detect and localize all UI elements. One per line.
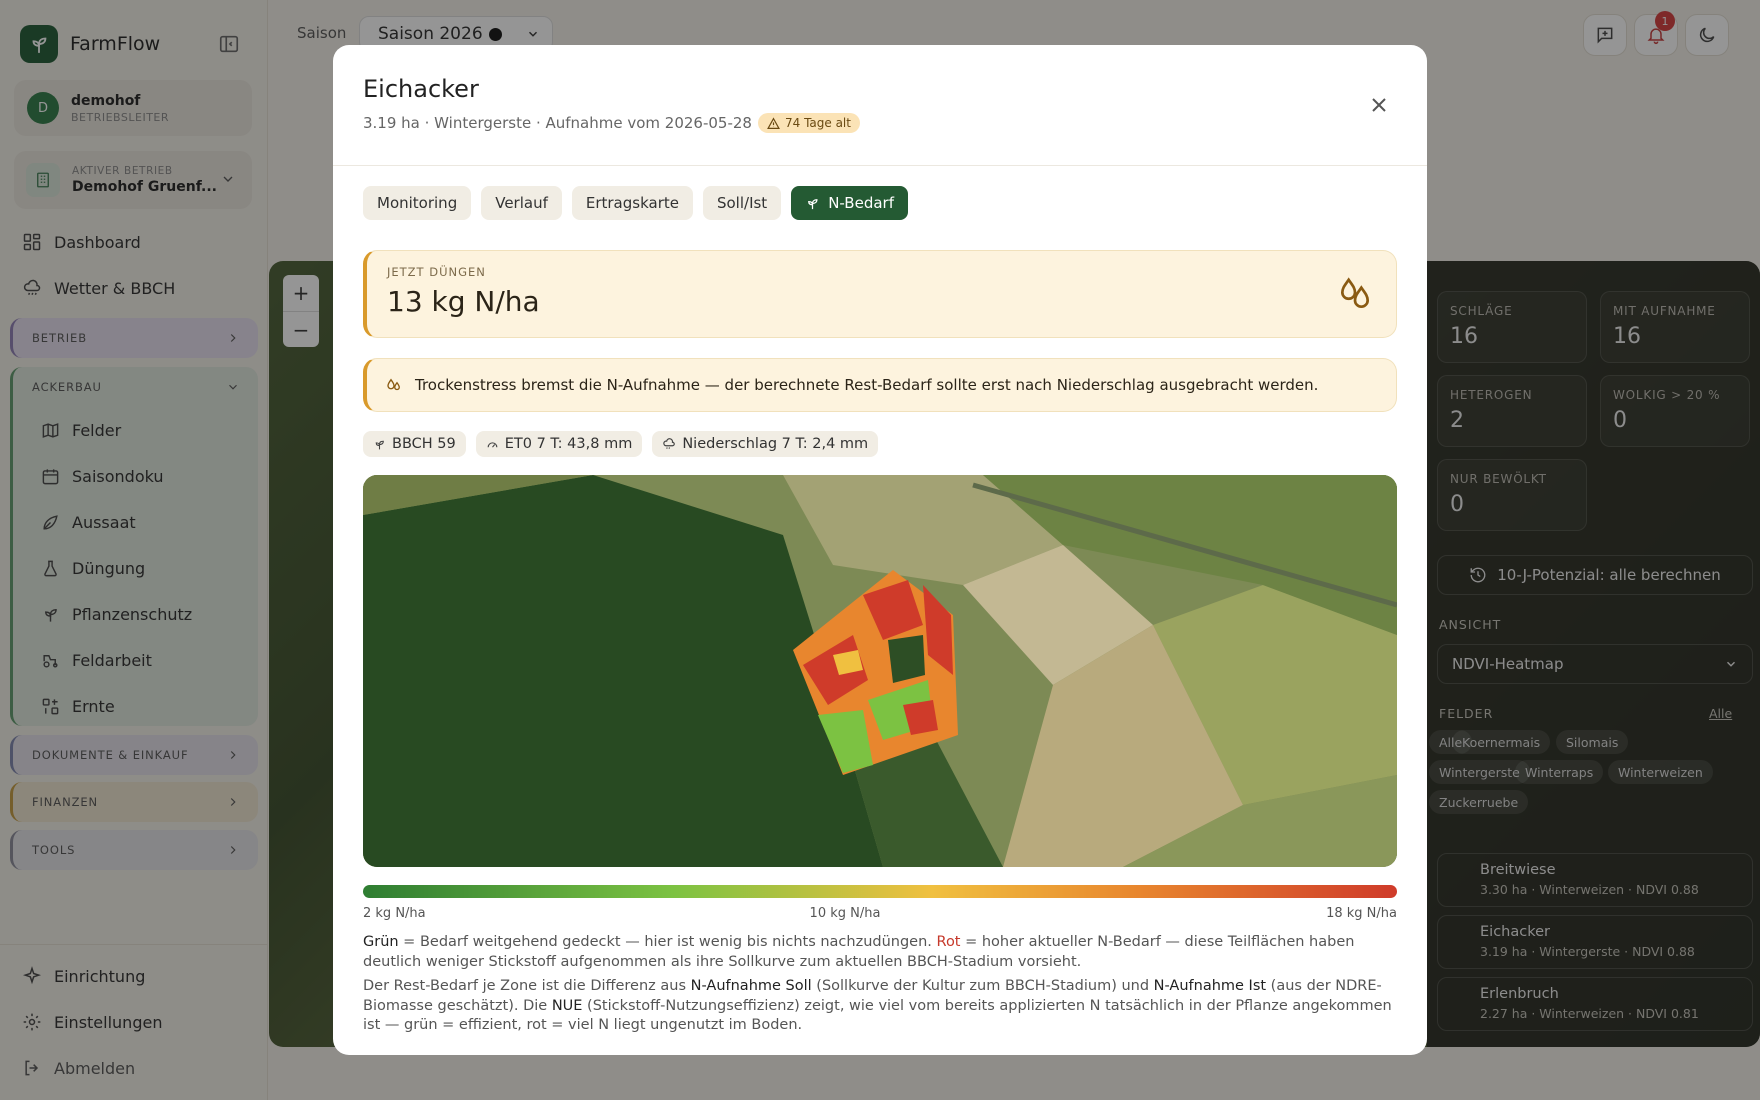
modal-subtitle: 3.19 ha · Wintergerste · Aufnahme vom 20… (363, 113, 860, 133)
legend-term-ist: N-Aufnahme Ist (1153, 978, 1267, 994)
fertilize-now-card: JETZT DÜNGEN 13 kg N/ha (363, 250, 1397, 338)
modal-tabs: Monitoring Verlauf Ertragskarte Soll/Ist… (363, 186, 908, 220)
sprout-icon (808, 198, 818, 209)
image-age-text: 74 Tage alt (784, 116, 851, 130)
tab-ertragskarte[interactable]: Ertragskarte (571, 186, 693, 220)
field-detail-modal: Eichacker 3.19 ha · Wintergerste · Aufna… (333, 45, 1427, 1055)
drought-alert: Trockenstress bremst die N-Aufnahme — de… (363, 358, 1397, 412)
legend-text: Der Rest-Bedarf je Zone ist die Differen… (363, 978, 691, 994)
close-icon[interactable] (1367, 93, 1391, 117)
legend-term-soll: N-Aufnahme Soll (690, 978, 812, 994)
scale-max-label: 18 kg N/ha (1326, 906, 1397, 921)
droplets-icon (1340, 277, 1370, 308)
tab-monitoring[interactable]: Monitoring (363, 186, 472, 220)
bbch-chip-label: BBCH 59 (392, 436, 456, 452)
legend-colors: Grün = Bedarf weitgehend gedeckt — hier … (363, 933, 1397, 972)
tab-verlauf[interactable]: Verlauf (481, 186, 562, 220)
scale-min-label: 2 kg N/ha (363, 906, 426, 921)
drought-alert-text: Trockenstress bremst die N-Aufnahme — de… (415, 376, 1319, 394)
tab-n-bedarf-label: N-Bedarf (828, 194, 894, 212)
n-demand-scale-bar (363, 885, 1397, 898)
fertilize-now-value: 13 kg N/ha (387, 285, 540, 318)
legend-red-word: Rot (936, 934, 961, 950)
condition-chips: BBCH 59 ET0 7 T: 43,8 mm Niederschlag 7 … (363, 431, 879, 457)
modal-header: Eichacker 3.19 ha · Wintergerste · Aufna… (333, 45, 1427, 166)
scale-mid-label: 10 kg N/ha (809, 906, 881, 921)
cloud-rain-icon (663, 438, 676, 449)
fertilize-now-label: JETZT DÜNGEN (387, 265, 486, 279)
legend-explanation: Der Rest-Bedarf je Zone ist die Differen… (363, 977, 1397, 1036)
droplets-icon (387, 378, 400, 391)
modal-subtitle-text: 3.19 ha · Wintergerste · Aufnahme vom 20… (363, 114, 752, 132)
eto-chip-label: ET0 7 T: 43,8 mm (504, 436, 633, 452)
satellite-map-image (363, 475, 1397, 867)
legend-green-word: Grün (363, 934, 399, 950)
n-demand-map[interactable] (363, 475, 1397, 867)
gauge-icon (487, 441, 498, 448)
legend-term-nue: NUE (551, 997, 583, 1014)
legend-text: (Sollkurve der Kultur zum BBCH-Stadium) … (811, 978, 1154, 994)
tab-soll-ist[interactable]: Soll/Ist (702, 186, 782, 220)
rain-chip-label: Niederschlag 7 T: 2,4 mm (682, 436, 869, 452)
modal-title: Eichacker (363, 75, 479, 103)
eto-chip: ET0 7 T: 43,8 mm (475, 431, 643, 457)
bbch-chip: BBCH 59 (363, 431, 466, 457)
tab-n-bedarf[interactable]: N-Bedarf (791, 186, 908, 220)
warning-triangle-icon (767, 116, 780, 129)
rain-chip: Niederschlag 7 T: 2,4 mm (652, 431, 879, 457)
image-age-badge: 74 Tage alt (757, 113, 860, 133)
sprout-icon (375, 440, 384, 449)
map-legend: Grün = Bedarf weitgehend gedeckt — hier … (363, 933, 1397, 1036)
legend-green-text: = Bedarf weitgehend gedeckt — hier ist w… (398, 934, 937, 950)
